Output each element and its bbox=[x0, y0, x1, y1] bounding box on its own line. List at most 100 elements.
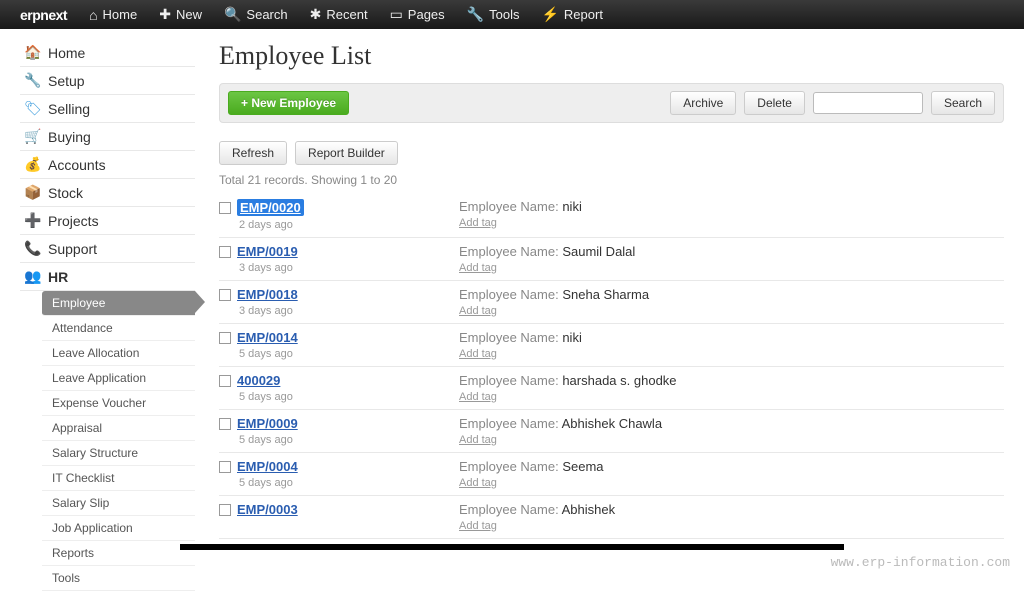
module-setup[interactable]: 🔧Setup bbox=[20, 67, 195, 95]
employee-id-link[interactable]: EMP/0020 bbox=[237, 199, 304, 216]
hr-submenu-salary-slip[interactable]: Salary Slip bbox=[42, 491, 195, 516]
hr-submenu-employee[interactable]: Employee bbox=[42, 291, 195, 316]
employee-id-link[interactable]: 400029 bbox=[237, 373, 280, 388]
add-tag-link[interactable]: Add tag bbox=[459, 217, 497, 229]
module-projects[interactable]: ➕Projects bbox=[20, 207, 195, 235]
employee-name-label: Employee Name: bbox=[459, 416, 562, 431]
nav-recent[interactable]: ✱Recent bbox=[300, 6, 378, 23]
employee-id-link[interactable]: EMP/0003 bbox=[237, 502, 298, 517]
employee-name-value: Saumil Dalal bbox=[562, 244, 635, 259]
employee-name-label: Employee Name: bbox=[459, 373, 562, 388]
list-row: EMP/00145 days agoEmployee Name: nikiAdd… bbox=[219, 324, 1004, 367]
hr-submenu-leave-allocation[interactable]: Leave Allocation bbox=[42, 341, 195, 366]
employee-name-label: Employee Name: bbox=[459, 502, 562, 517]
hr-submenu-attendance[interactable]: Attendance bbox=[42, 316, 195, 341]
module-stock[interactable]: 📦Stock bbox=[20, 179, 195, 207]
top-navbar: erpnext ⌂Home ✚New 🔍Search ✱Recent ▭Page… bbox=[0, 0, 1024, 29]
hr-submenu-appraisal[interactable]: Appraisal bbox=[42, 416, 195, 441]
row-age-label: 2 days ago bbox=[219, 219, 459, 231]
tag-icon: 🏷 bbox=[24, 100, 40, 117]
archive-button[interactable]: Archive bbox=[670, 91, 736, 115]
add-tag-link[interactable]: Add tag bbox=[459, 520, 497, 532]
add-tag-link[interactable]: Add tag bbox=[459, 305, 497, 317]
employee-name-value: Abhishek Chawla bbox=[562, 416, 662, 431]
refresh-button[interactable]: Refresh bbox=[219, 141, 287, 165]
hr-submenu-leave-application[interactable]: Leave Application bbox=[42, 366, 195, 391]
row-age-label: 3 days ago bbox=[219, 305, 459, 317]
brand-logo: erpnext bbox=[20, 7, 67, 23]
add-tag-link[interactable]: Add tag bbox=[459, 348, 497, 360]
plus-icon: ➕ bbox=[24, 212, 40, 229]
row-checkbox[interactable] bbox=[219, 202, 231, 214]
hr-submenu-it-checklist[interactable]: IT Checklist bbox=[42, 466, 195, 491]
list-row: EMP/00045 days agoEmployee Name: SeemaAd… bbox=[219, 453, 1004, 496]
employee-id-link[interactable]: EMP/0009 bbox=[237, 416, 298, 431]
employee-id-link[interactable]: EMP/0018 bbox=[237, 287, 298, 302]
row-age-label: 5 days ago bbox=[219, 477, 459, 489]
employee-id-link[interactable]: EMP/0019 bbox=[237, 244, 298, 259]
nav-new[interactable]: ✚New bbox=[149, 6, 212, 23]
row-checkbox[interactable] bbox=[219, 418, 231, 430]
search-button[interactable]: Search bbox=[931, 91, 995, 115]
hr-submenu-salary-structure[interactable]: Salary Structure bbox=[42, 441, 195, 466]
employee-id-link[interactable]: EMP/0004 bbox=[237, 459, 298, 474]
module-buying[interactable]: 🛒Buying bbox=[20, 123, 195, 151]
records-count-label: Total 21 records. Showing 1 to 20 bbox=[219, 173, 1004, 187]
star-icon: ✱ bbox=[310, 6, 322, 23]
wrench-icon: 🔧 bbox=[467, 6, 484, 23]
list-row: EMP/0003 Employee Name: Abhishek Add tag bbox=[219, 496, 1004, 539]
search-icon: 🔍 bbox=[224, 6, 241, 23]
row-age-label: 5 days ago bbox=[219, 348, 459, 360]
hr-submenu-tools[interactable]: Tools bbox=[42, 566, 195, 591]
row-checkbox[interactable] bbox=[219, 246, 231, 258]
row-checkbox[interactable] bbox=[219, 332, 231, 344]
employee-id-link[interactable]: EMP/0014 bbox=[237, 330, 298, 345]
new-employee-button[interactable]: + New Employee bbox=[228, 91, 349, 115]
list-row: EMP/00193 days agoEmployee Name: Saumil … bbox=[219, 238, 1004, 281]
module-accounts[interactable]: 💰Accounts bbox=[20, 151, 195, 179]
row-checkbox[interactable] bbox=[219, 375, 231, 387]
module-hr[interactable]: 👥HR bbox=[20, 263, 195, 291]
cart-icon: 🛒 bbox=[24, 128, 40, 145]
footer-bar bbox=[180, 544, 844, 550]
nav-home[interactable]: ⌂Home bbox=[79, 7, 147, 23]
list-row: EMP/00095 days agoEmployee Name: Abhishe… bbox=[219, 410, 1004, 453]
employee-name-label: Employee Name: bbox=[459, 244, 562, 259]
row-checkbox[interactable] bbox=[219, 289, 231, 301]
add-tag-link[interactable]: Add tag bbox=[459, 434, 497, 446]
plus-file-icon: ✚ bbox=[159, 6, 171, 23]
employee-name-value: Sneha Sharma bbox=[562, 287, 649, 302]
add-tag-link[interactable]: Add tag bbox=[459, 391, 497, 403]
sidebar: 🏠Home 🔧Setup 🏷Selling 🛒Buying 💰Accounts … bbox=[20, 29, 195, 591]
accounts-icon: 💰 bbox=[24, 156, 40, 173]
add-tag-link[interactable]: Add tag bbox=[459, 262, 497, 274]
search-input[interactable] bbox=[813, 92, 923, 114]
list-row: EMP/0018 3 days agoEmployee Name: Sneha S… bbox=[219, 281, 1004, 324]
bolt-icon: ⚡ bbox=[541, 6, 558, 23]
primary-toolbar: + New Employee Archive Delete Search bbox=[219, 83, 1004, 123]
module-support[interactable]: 📞Support bbox=[20, 235, 195, 263]
hr-submenu-reports[interactable]: Reports bbox=[42, 541, 195, 566]
employee-name-label: Employee Name: bbox=[459, 287, 562, 302]
main-content: Employee List + New Employee Archive Del… bbox=[195, 29, 1004, 591]
employee-name-label: Employee Name: bbox=[459, 199, 562, 214]
nav-report[interactable]: ⚡Report bbox=[531, 6, 612, 23]
source-url-watermark: www.erp-information.com bbox=[831, 555, 1010, 570]
delete-button[interactable]: Delete bbox=[744, 91, 805, 115]
report-builder-button[interactable]: Report Builder bbox=[295, 141, 398, 165]
employee-name-value: harshada s. ghodke bbox=[562, 373, 676, 388]
module-selling[interactable]: 🏷Selling bbox=[20, 95, 195, 123]
employee-name-value: Abhishek bbox=[562, 502, 615, 517]
nav-tools[interactable]: 🔧Tools bbox=[457, 6, 530, 23]
row-age-label: 5 days ago bbox=[219, 391, 459, 403]
nav-search[interactable]: 🔍Search bbox=[214, 6, 298, 23]
hr-submenu-job-application[interactable]: Job Application bbox=[42, 516, 195, 541]
row-checkbox[interactable] bbox=[219, 461, 231, 473]
add-tag-link[interactable]: Add tag bbox=[459, 477, 497, 489]
list-row: EMP/00202 days agoEmployee Name: nikiAdd… bbox=[219, 193, 1004, 238]
module-home[interactable]: 🏠Home bbox=[20, 39, 195, 67]
nav-pages[interactable]: ▭Pages bbox=[380, 6, 455, 23]
hr-submenu-expense-voucher[interactable]: Expense Voucher bbox=[42, 391, 195, 416]
home-icon: 🏠 bbox=[24, 44, 40, 61]
row-checkbox[interactable] bbox=[219, 504, 231, 516]
